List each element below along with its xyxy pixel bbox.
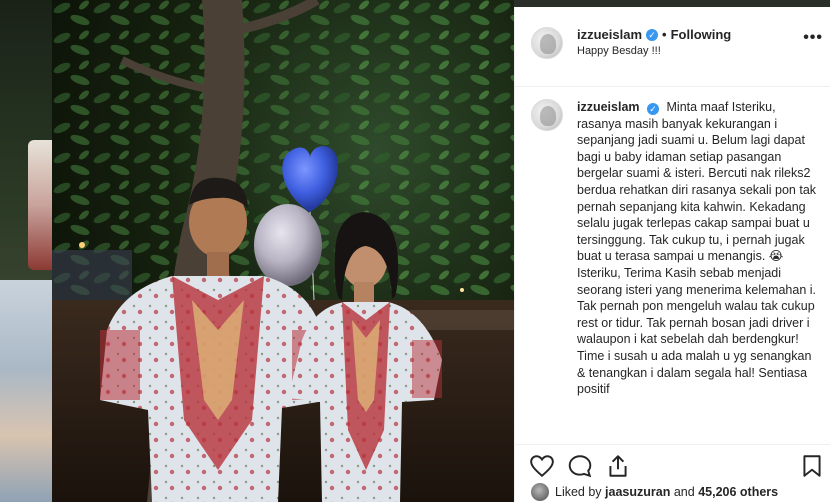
caption-area[interactable]: izzueislam ✓ Minta maaf Isteriku, rasany…: [515, 87, 830, 444]
author-username[interactable]: izzueislam: [577, 27, 642, 42]
background-strip: [0, 0, 52, 502]
author-line: izzueislam ✓ • Following: [577, 27, 731, 42]
post-caption: izzueislam ✓ Minta maaf Isteriku, rasany…: [577, 99, 817, 398]
more-options-button[interactable]: •••: [803, 30, 823, 46]
action-bar: Liked by jaasuzuran and 45,206 others: [515, 444, 830, 502]
following-button[interactable]: Following: [671, 27, 732, 42]
post-photo[interactable]: [52, 0, 514, 502]
liker-avatar: [531, 483, 549, 501]
caption-text: Minta maaf Isteriku, rasanya masih banya…: [577, 100, 817, 397]
liker-username[interactable]: jaasuzuran: [605, 485, 670, 499]
caption-username[interactable]: izzueislam: [577, 100, 640, 114]
heart-icon[interactable]: [529, 453, 555, 479]
likes-conjunction: and: [673, 485, 695, 499]
post-panel: izzueislam ✓ • Following Happy Besday !!…: [514, 7, 830, 502]
verified-badge-icon: ✓: [646, 28, 659, 41]
photo-illustration: [52, 0, 514, 502]
caption-avatar[interactable]: [531, 99, 563, 131]
bookmark-icon[interactable]: [799, 453, 825, 479]
likes-summary[interactable]: Liked by jaasuzuran and 45,206 others: [531, 483, 778, 501]
background-photo: [0, 280, 52, 502]
post-location[interactable]: Happy Besday !!!: [577, 45, 661, 57]
likes-count[interactable]: 45,206 others: [698, 485, 778, 499]
post-header: izzueislam ✓ • Following Happy Besday !!…: [515, 7, 830, 87]
background-figure: [28, 140, 52, 270]
caption-verified-icon: ✓: [647, 103, 660, 115]
author-avatar[interactable]: [531, 27, 563, 59]
separator-dot: •: [662, 27, 667, 42]
comment-icon[interactable]: [567, 453, 593, 479]
likes-prefix: Liked by: [555, 485, 602, 499]
share-icon[interactable]: [605, 453, 631, 479]
